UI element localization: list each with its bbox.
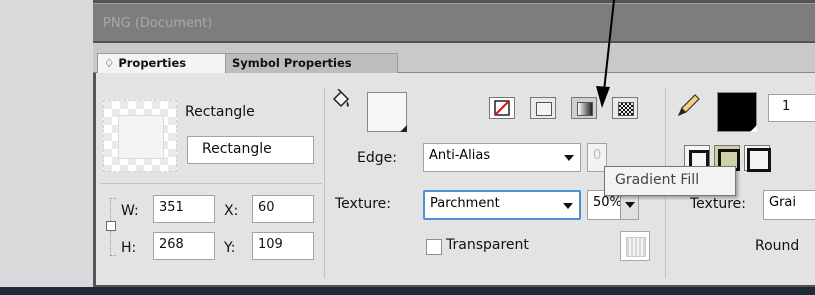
- taskbar: [0, 287, 815, 295]
- texture-label: Texture:: [335, 196, 391, 212]
- tab-symbol-properties[interactable]: Symbol Properties: [226, 53, 398, 73]
- chevron-down-icon: [563, 203, 573, 209]
- pencil-icon: [676, 92, 702, 118]
- gradient-fill-tooltip: Gradient Fill: [604, 166, 736, 196]
- x-label: X:: [224, 203, 239, 219]
- annotation-arrow-icon: [596, 0, 615, 108]
- transparent-checkbox[interactable]: [426, 239, 442, 255]
- stroke-texture-value: Grai: [769, 195, 796, 210]
- stroke-size-field[interactable]: 1: [768, 94, 815, 122]
- divider-horizontal: [100, 183, 322, 184]
- edge-dropdown-value: Anti-Alias: [429, 148, 491, 163]
- texture-amount-value: 50%: [593, 195, 622, 210]
- round-label: Round: [755, 238, 800, 254]
- divider-vertical: [324, 88, 325, 278]
- paint-bucket-icon: [330, 88, 352, 111]
- texture-preview-swatch[interactable]: [620, 231, 650, 261]
- object-preview-thumbnail: [103, 100, 177, 172]
- object-type-label: Rectangle: [185, 104, 255, 120]
- edge-feather-value: 0: [593, 148, 602, 163]
- chevron-down-icon: [564, 155, 574, 161]
- constrain-proportions-icon[interactable]: [104, 198, 118, 260]
- texture-dropdown[interactable]: Parchment: [423, 190, 581, 220]
- fill-color-swatch[interactable]: [367, 92, 407, 132]
- stroke-texture-dropdown[interactable]: Grai: [763, 190, 815, 220]
- stroke-color-swatch[interactable]: [717, 92, 757, 132]
- stroke-outside-button[interactable]: [744, 145, 771, 172]
- transparent-label: Transparent: [446, 237, 529, 253]
- y-label: Y:: [224, 240, 236, 256]
- texture-dropdown-value: Parchment: [430, 196, 500, 211]
- x-field[interactable]: 60: [252, 195, 314, 223]
- desktop-background: [0, 0, 93, 295]
- width-label: W:: [121, 203, 139, 219]
- fill-none-button[interactable]: [489, 97, 515, 119]
- y-field[interactable]: 109: [252, 232, 314, 260]
- height-field[interactable]: 268: [153, 232, 215, 260]
- stroke-texture-label: Texture:: [690, 196, 746, 212]
- height-label: H:: [121, 240, 137, 256]
- tab-properties[interactable]: ♢ Properties: [97, 53, 226, 73]
- edge-dropdown[interactable]: Anti-Alias: [423, 143, 581, 172]
- edge-label: Edge:: [357, 150, 397, 166]
- object-name-field[interactable]: Rectangle: [187, 136, 314, 164]
- width-field[interactable]: 351: [153, 195, 215, 223]
- document-title: PNG (Document): [103, 16, 213, 31]
